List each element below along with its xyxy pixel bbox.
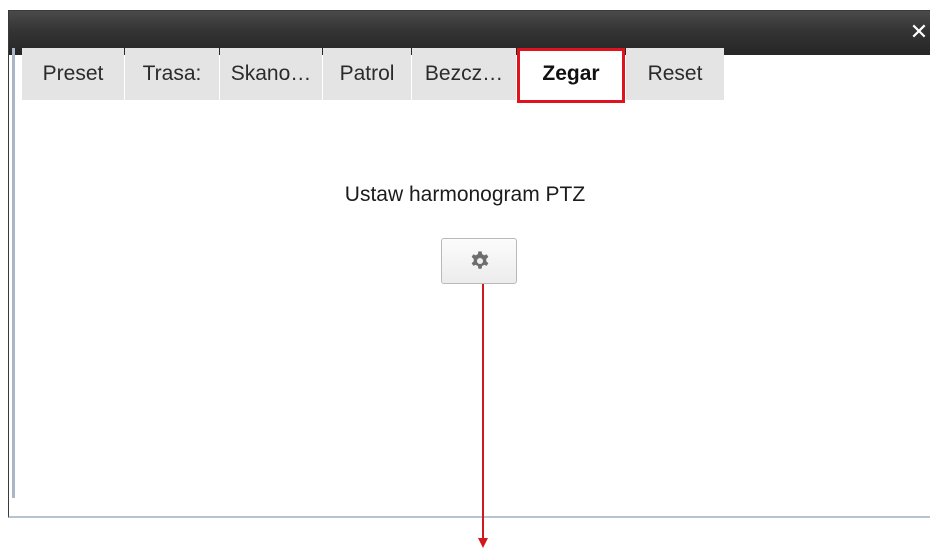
schedule-heading: Ustaw harmonogram PTZ <box>344 183 586 206</box>
left-divider <box>12 48 15 498</box>
gear-icon <box>471 251 489 269</box>
schedule-settings-button[interactable] <box>441 238 517 284</box>
tab-bar: Preset Trasa: Skano… Patrol Bezcz… Zegar… <box>22 48 725 104</box>
tab-patrol[interactable]: Patrol <box>323 48 411 100</box>
tab-bezczynnosc[interactable]: Bezcz… <box>412 48 516 100</box>
close-button[interactable]: ✕ <box>908 19 930 47</box>
tab-reset[interactable]: Reset <box>626 48 724 100</box>
tab-zegar[interactable]: Zegar <box>517 48 625 103</box>
screen: ✕ Preset Trasa: Skano… Patrol Bezcz… Zeg… <box>0 0 930 553</box>
annotation-arrowhead <box>478 538 488 548</box>
annotation-pointer-line <box>482 284 484 542</box>
tab-trasa[interactable]: Trasa: <box>125 48 219 100</box>
tab-preset[interactable]: Preset <box>22 48 124 100</box>
tab-skanowanie[interactable]: Skano… <box>220 48 322 100</box>
